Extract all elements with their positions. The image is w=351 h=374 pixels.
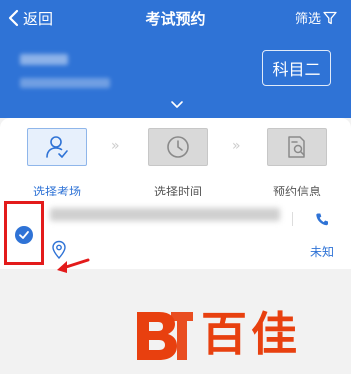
step-icon-box — [267, 128, 327, 166]
exam-booking-page: 返回 考试预约 筛选 科目二 选择考场 » 选择时间 » 预约信息 未知 百佳 — [0, 0, 351, 374]
blurred-venue-name — [50, 208, 280, 221]
divider — [292, 212, 293, 226]
arrow-pointer-icon — [57, 258, 90, 273]
watermark-text: 百佳 — [201, 307, 301, 361]
clock-icon — [167, 136, 189, 158]
booking-steps: 选择考场 » 选择时间 » 预约信息 — [0, 118, 351, 199]
phone-icon[interactable] — [315, 212, 329, 227]
filter-icon — [323, 11, 337, 24]
step-icon-box — [27, 128, 87, 166]
subject-button[interactable]: 科目二 — [262, 50, 331, 86]
blurred-user-name — [20, 54, 68, 65]
filter-button[interactable]: 筛选 — [295, 8, 337, 27]
watermark-logo: 百佳 — [133, 306, 333, 364]
blurred-user-id — [20, 78, 110, 88]
step-icon-box — [148, 128, 208, 166]
chevron-down-icon[interactable] — [170, 100, 184, 110]
contact-status: 未知 — [310, 245, 335, 259]
step-booking-info[interactable]: 预约信息 — [267, 128, 331, 199]
step-select-venue[interactable]: 选择考场 — [27, 128, 91, 199]
step-arrows-icon: » — [232, 138, 240, 154]
user-check-icon — [46, 136, 68, 158]
logo-mark — [137, 312, 193, 360]
highlight-box — [4, 201, 44, 265]
header: 返回 考试预约 筛选 科目二 — [0, 0, 351, 118]
filter-label: 筛选 — [294, 12, 321, 27]
document-search-icon — [288, 136, 305, 158]
step-arrows-icon: » — [111, 138, 119, 154]
step-select-time[interactable]: 选择时间 — [148, 128, 212, 199]
